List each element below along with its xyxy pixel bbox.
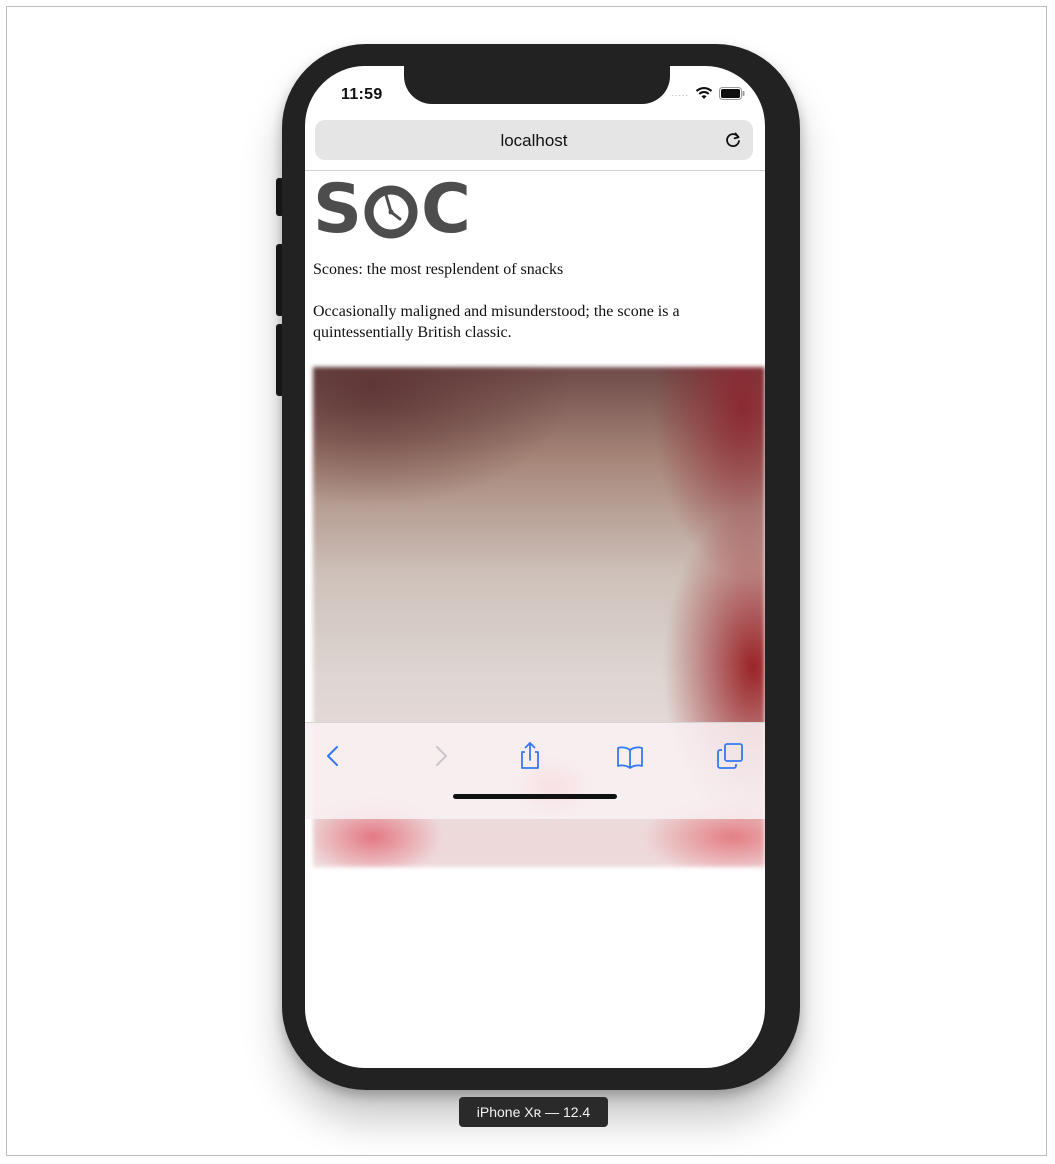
bookmarks-icon[interactable] xyxy=(615,741,645,771)
tabs-icon[interactable] xyxy=(715,741,745,771)
status-icons: ..... xyxy=(671,86,745,100)
status-time: 11:59 xyxy=(341,86,383,103)
intro-paragraph: Occasionally maligned and misunderstood;… xyxy=(313,303,680,341)
share-icon[interactable] xyxy=(515,741,545,771)
notch xyxy=(404,66,670,104)
logo-letter-c: C xyxy=(420,170,471,249)
signal-icon: ..... xyxy=(671,88,689,98)
tagline: Scones: the most resplendent of snacks xyxy=(313,261,564,278)
reload-icon[interactable] xyxy=(723,130,743,150)
clock-icon xyxy=(364,185,418,239)
soc-logo[interactable]: S C xyxy=(313,170,471,249)
device-label: iPhone Xʀ — 12.4 xyxy=(459,1097,608,1127)
safari-toolbar xyxy=(305,722,765,819)
wifi-icon xyxy=(695,86,713,100)
web-page: S C Scones: the most resplendent of snac… xyxy=(305,171,765,1068)
battery-icon xyxy=(719,86,745,100)
logo-letter-s: S xyxy=(313,170,362,249)
address-bar[interactable]: localhost xyxy=(315,120,753,160)
device-screen: 11:59 ..... localhost S C Scones: the mo… xyxy=(305,66,765,1068)
back-icon[interactable] xyxy=(319,741,349,771)
forward-icon[interactable] xyxy=(425,741,455,771)
address-text: localhost xyxy=(500,131,568,150)
home-indicator[interactable] xyxy=(453,794,617,799)
